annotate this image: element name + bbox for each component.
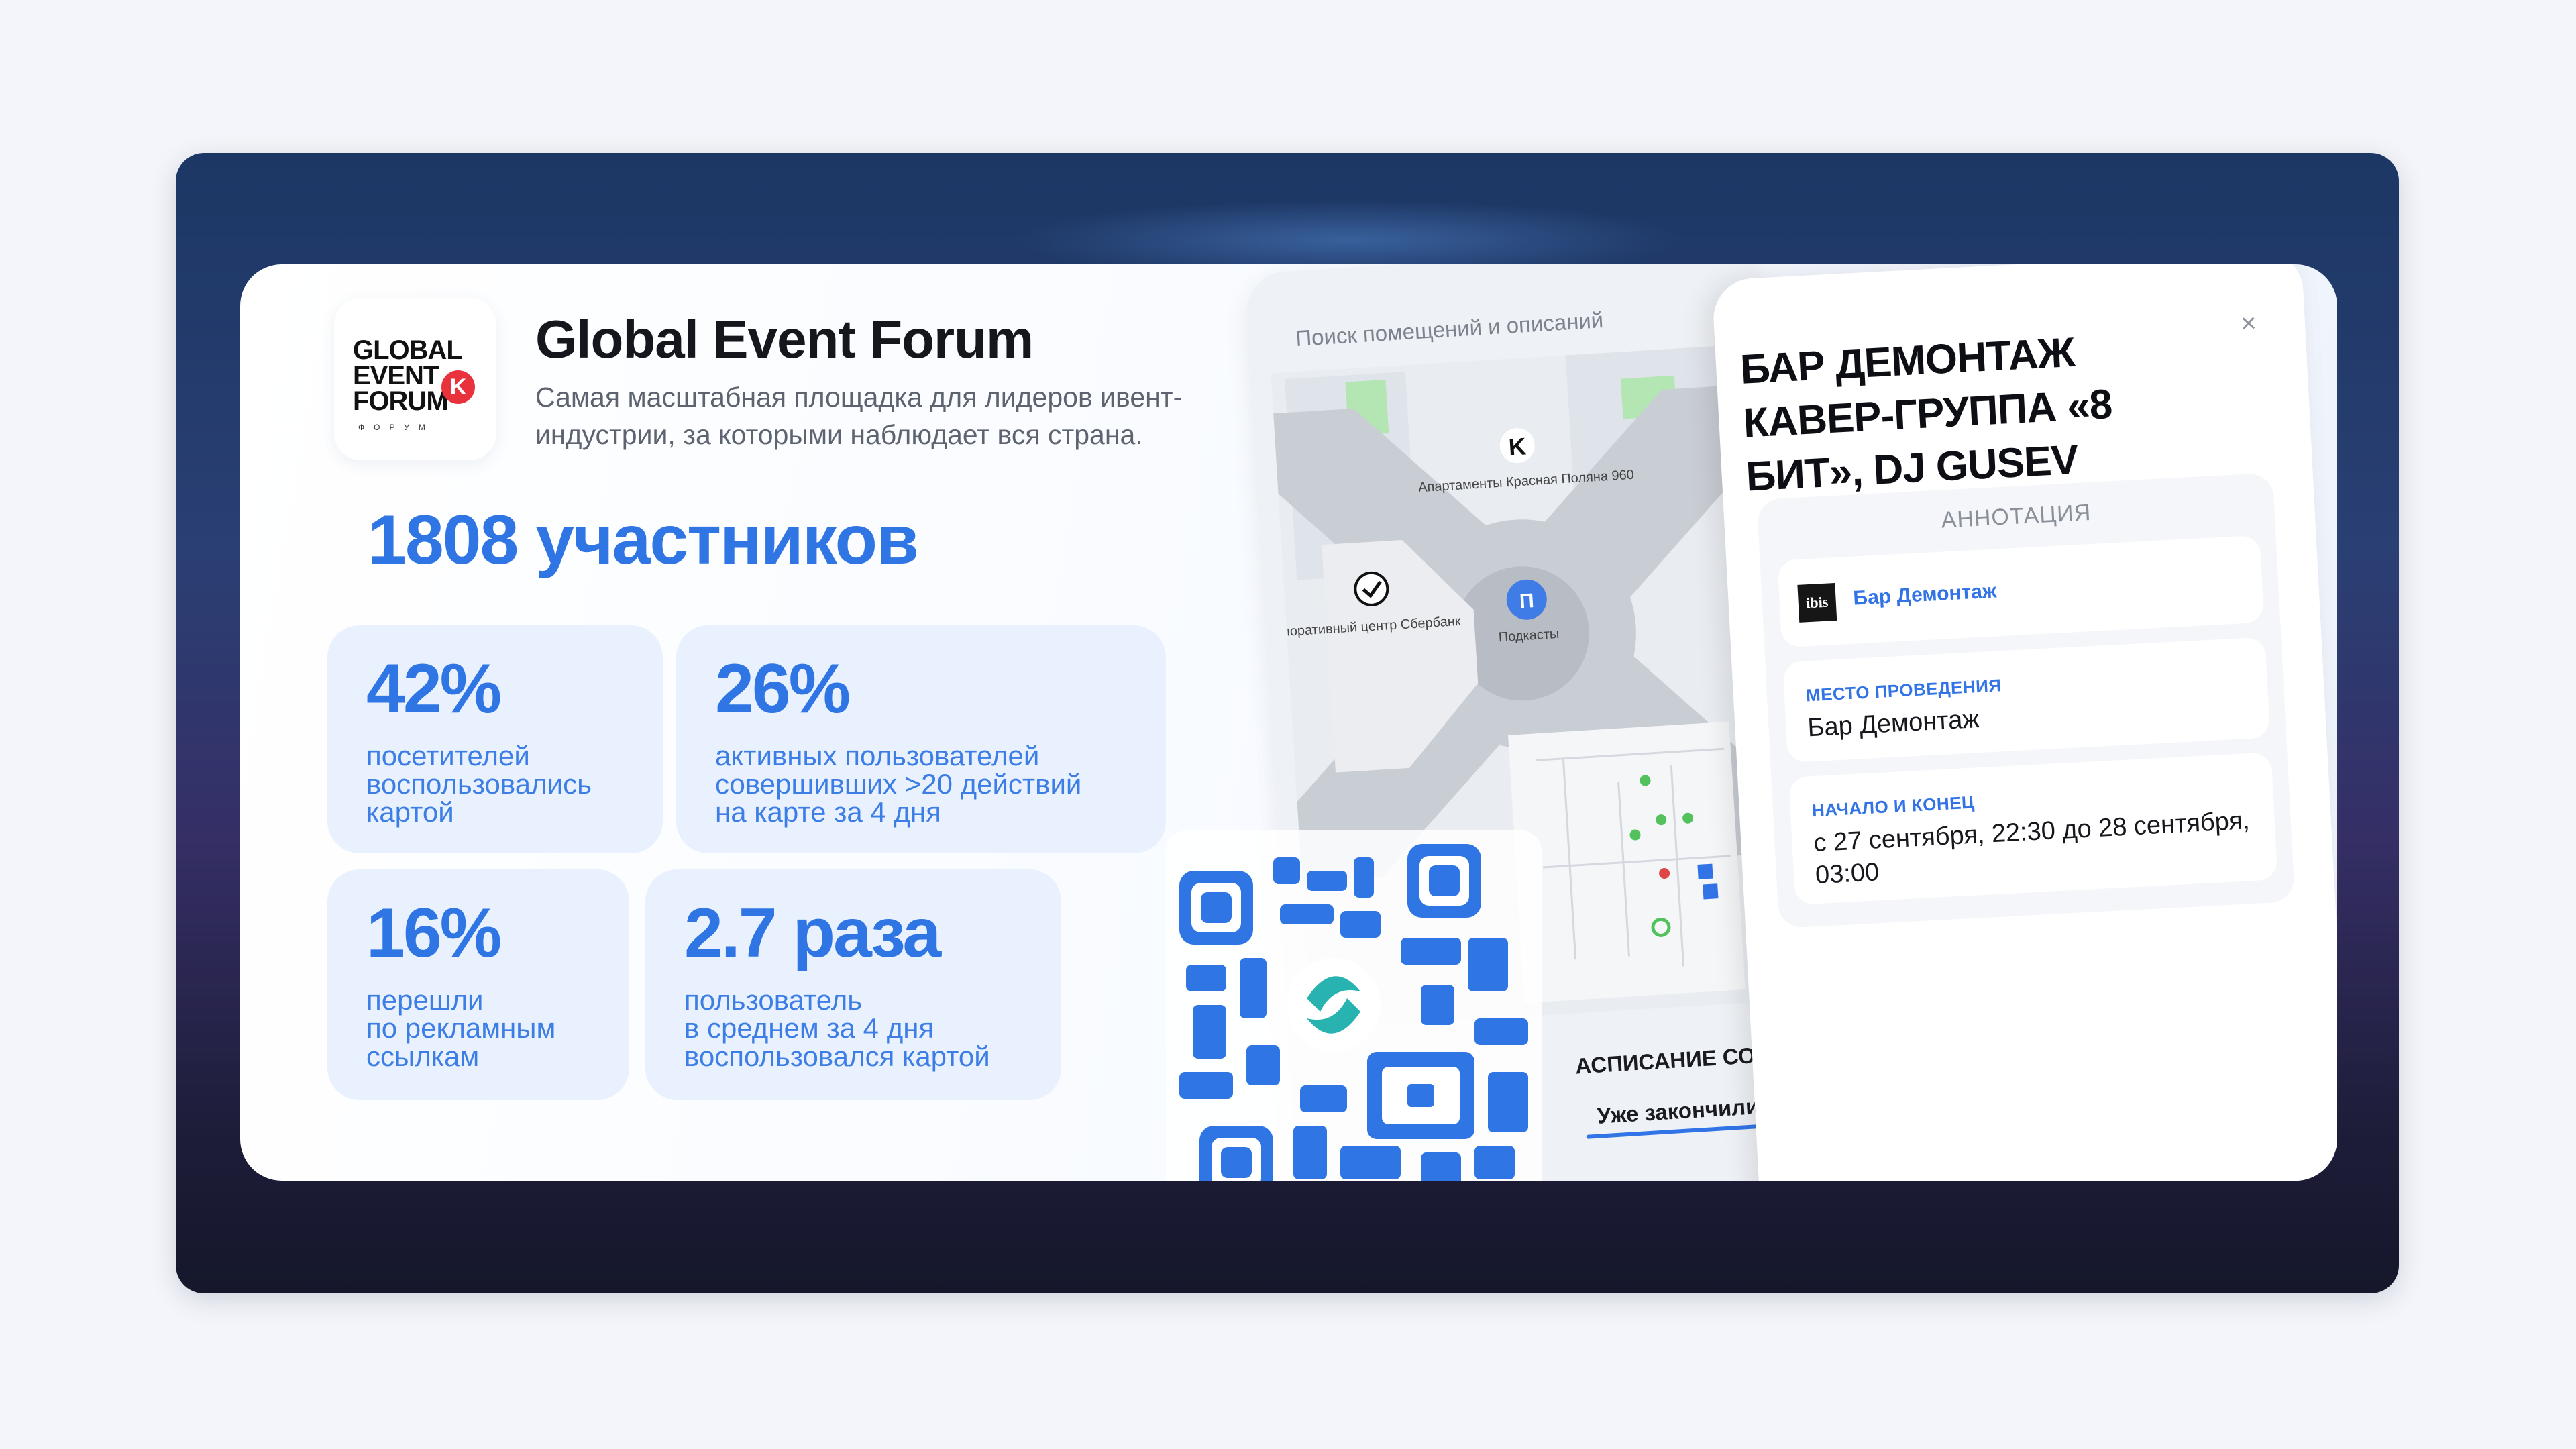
map-search-input[interactable]: Поиск помещений и описаний [1295, 307, 1604, 352]
stat-value: 2.7 раза [684, 894, 941, 972]
logo-badge-icon: K [441, 370, 475, 404]
check-icon [1354, 571, 1389, 606]
close-icon[interactable]: × [2232, 307, 2265, 340]
forum-subtitle: Самая масштабная площадка для лидеров ив… [535, 382, 1183, 450]
forum-title: Global Event Forum [535, 309, 1034, 369]
event-details-screen: БАР ДЕМОНТАЖ КАВЕР-ГРУППА «8 БИТ», DJ GU… [1711, 264, 2337, 1181]
ibis-logo-icon: ibis [1797, 582, 1837, 623]
stat-card-ad-links: 16% перешли по рекламным ссылкам [327, 869, 629, 1100]
brand-name-link[interactable]: Бар Демонтаж [1853, 580, 1997, 610]
stat-description: перешли по рекламным ссылкам [366, 984, 556, 1072]
stat-card-avg-usage: 2.7 раза пользователь в среднем за 4 дня… [645, 869, 1061, 1100]
stat-description: активных пользователей совершивших >20 д… [715, 740, 1082, 828]
participants-headline: 1808 участников [368, 501, 919, 579]
stat-description: посетителей воспользовались картой [366, 740, 592, 828]
stat-value: 42% [366, 650, 502, 728]
logo-line-3: FORUM [353, 386, 449, 416]
stat-card-map-usage: 42% посетителей воспользовались картой [327, 625, 663, 853]
time-label: НАЧАЛО И КОНЕЦ [1811, 792, 1976, 821]
logo-subtext: ФОРУМ [358, 423, 435, 432]
time-row: НАЧАЛО И КОНЕЦ с 27 сентября, 22:30 до 2… [1788, 752, 2278, 905]
annotation-section: АННОТАЦИЯ ibis Бар Демонтаж МЕСТО ПРОВЕД… [1756, 472, 2296, 929]
forum-logo: GLOBAL EVENT FORUM K ФОРУМ [334, 298, 496, 460]
qr-center-logo-icon [1287, 958, 1381, 1052]
qr-code [1166, 830, 1542, 1181]
stat-value: 16% [366, 894, 502, 972]
venue-row: МЕСТО ПРОВЕДЕНИЯ Бар Демонтаж [1782, 637, 2271, 763]
presentation-frame: GLOBAL EVENT FORUM K ФОРУМ Global Event … [176, 153, 2399, 1293]
svg-text:K: K [1508, 432, 1527, 461]
svg-text:П: П [1519, 590, 1535, 612]
event-title: БАР ДЕМОНТАЖ КАВЕР-ГРУППА «8 БИТ», DJ GU… [1739, 329, 2113, 500]
venue-label: МЕСТО ПРОВЕДЕНИЯ [1805, 675, 2002, 706]
stat-value: 26% [715, 650, 851, 728]
logo-line-2: EVENT [353, 361, 439, 390]
annotation-label: АННОТАЦИЯ [1940, 499, 2092, 533]
logo-line-1: GLOBAL [353, 335, 463, 365]
brand-row[interactable]: ibis Бар Демонтаж [1777, 535, 2265, 648]
stat-description: пользователь в среднем за 4 дня воспольз… [684, 984, 990, 1072]
stat-card-active-users: 26% активных пользователей совершивших >… [676, 625, 1166, 853]
promo-card: GLOBAL EVENT FORUM K ФОРУМ Global Event … [240, 264, 2337, 1181]
